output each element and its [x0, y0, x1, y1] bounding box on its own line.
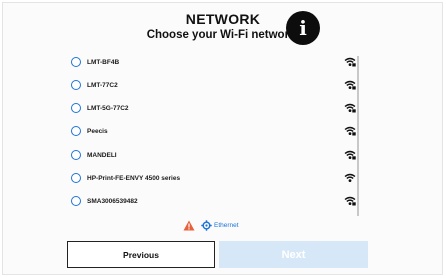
wifi-lock-icon	[344, 196, 356, 206]
ethernet-settings-icon	[201, 219, 212, 231]
radio-button[interactable]	[71, 57, 81, 67]
previous-button[interactable]: Previous	[67, 241, 215, 268]
network-item[interactable]: LMT-77C2	[68, 75, 358, 95]
network-ssid: LMT-BF4B	[87, 58, 120, 66]
network-item[interactable]: HP-Print-FE-ENVY 4500 series	[68, 168, 358, 188]
network-item[interactable]: LMT-5G-77C2	[68, 98, 358, 118]
network-item[interactable]: MANDELI	[68, 145, 358, 165]
radio-button[interactable]	[71, 126, 81, 136]
radio-button[interactable]	[71, 150, 81, 160]
info-button[interactable]: i	[286, 11, 320, 45]
info-icon: i	[299, 16, 307, 40]
network-ssid: LMT-77C2	[87, 81, 118, 89]
network-ssid: Peecis	[87, 127, 108, 135]
network-ssid: MANDELI	[87, 151, 117, 159]
wifi-lock-icon	[344, 150, 356, 160]
wifi-lock-icon	[344, 103, 356, 113]
network-item[interactable]: SMA3006539482	[68, 191, 358, 211]
radio-button[interactable]	[71, 103, 81, 113]
page-subtitle: Choose your Wi-Fi network:	[146, 29, 300, 41]
radio-button[interactable]	[71, 196, 81, 206]
wifi-icon	[344, 173, 356, 182]
radio-button[interactable]	[71, 80, 81, 90]
page-title: NETWORK	[185, 11, 261, 27]
network-ssid: LMT-5G-77C2	[87, 104, 129, 112]
list-scrollbar[interactable]	[357, 56, 359, 216]
network-item[interactable]: LMT-BF4B	[68, 52, 358, 72]
radio-button[interactable]	[71, 173, 81, 183]
wifi-lock-icon	[344, 57, 356, 67]
ethernet-status[interactable]: Ethernet	[183, 218, 239, 232]
header: NETWORK Choose your Wi-Fi network:	[0, 10, 446, 43]
warning-icon	[183, 220, 195, 230]
next-button[interactable]: Next	[219, 241, 368, 268]
network-ssid: SMA3006539482	[87, 197, 138, 205]
ethernet-label: Ethernet	[214, 221, 239, 229]
network-ssid: HP-Print-FE-ENVY 4500 series	[87, 174, 181, 182]
wifi-lock-icon	[344, 80, 356, 90]
network-list: LMT-BF4B LMT-77C2 LMT-5G-77C2 Peecis MAN…	[68, 52, 368, 216]
wifi-lock-icon	[344, 126, 356, 136]
network-item[interactable]: Peecis	[68, 121, 358, 141]
